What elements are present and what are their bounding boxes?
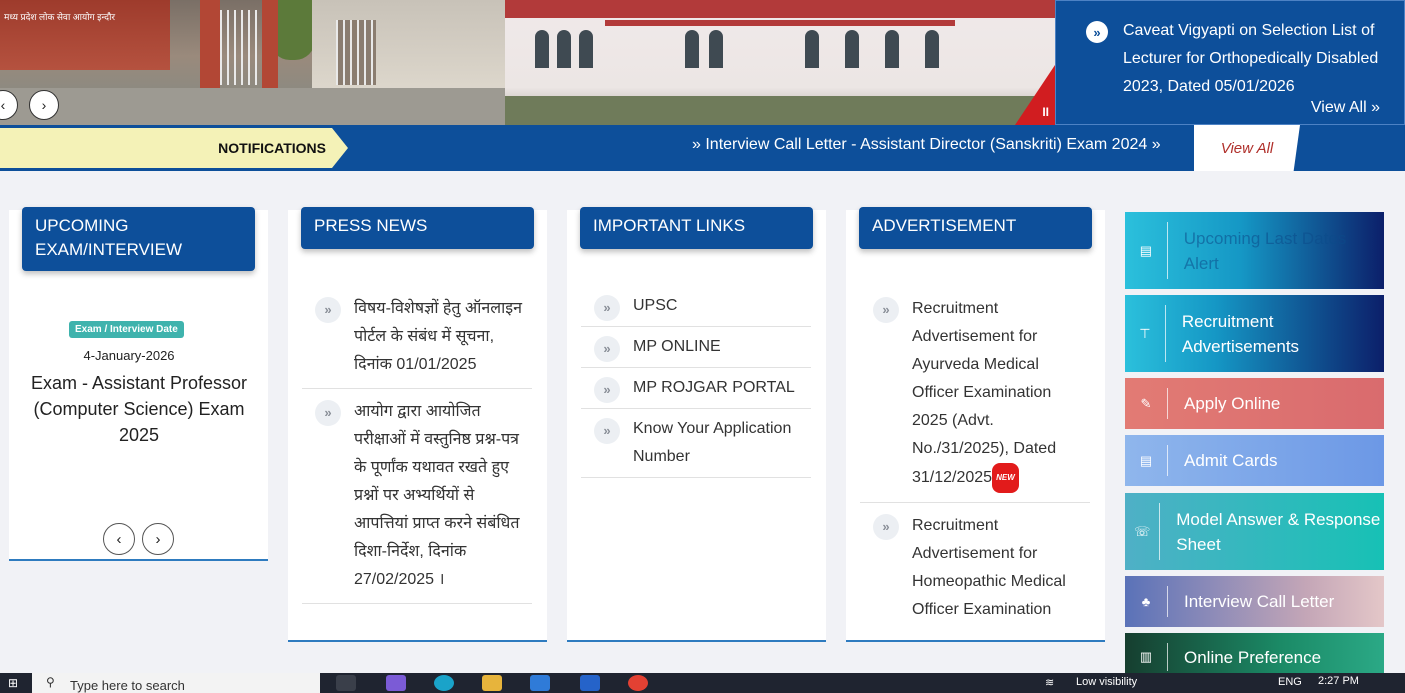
copilot-icon[interactable] <box>386 675 406 691</box>
weather-status[interactable]: Low visibility <box>1076 676 1137 688</box>
upcoming-exam-heading: UPCOMING EXAM/INTERVIEW <box>22 207 255 271</box>
important-links-list: » UPSC » MP ONLINE » MP ROJGAR PORTAL » Know… <box>581 286 811 478</box>
double-chevron-icon: » <box>315 400 341 426</box>
hero-banner: मध्य प्रदेश लोक सेवा आयोग इन्दौर ‹ › II … <box>0 0 1405 125</box>
list-item[interactable]: » आयोग द्वारा आयोजित परीक्षाओं में वस्तुन… <box>302 389 532 604</box>
important-links-heading: IMPORTANT LINKS <box>580 207 813 249</box>
chevron-left-icon: ‹ <box>116 530 122 548</box>
double-chevron-icon: » <box>594 377 620 403</box>
id-card-icon: ▤ <box>1139 452 1153 468</box>
press-news-heading: PRESS NEWS <box>301 207 534 249</box>
press-news-card: PRESS NEWS » विषय-विशेषज्ञों हेतु ऑनलाइन … <box>288 207 547 642</box>
taskbar-search-input[interactable]: ⚲ Type here to search <box>32 673 320 693</box>
double-chevron-icon: » <box>594 418 620 444</box>
link-know-application-number[interactable]: » Know Your Application Number <box>581 409 811 478</box>
store-icon[interactable] <box>530 675 550 691</box>
pause-icon[interactable]: II <box>1042 105 1049 119</box>
calendar-icon: ▤ <box>1139 242 1153 258</box>
bar-chart-icon: ▥ <box>1139 649 1153 664</box>
upcoming-exam-card: UPCOMING EXAM/INTERVIEW Exam / Interview… <box>9 207 268 561</box>
edit-icon: ✎ <box>1140 395 1152 411</box>
double-chevron-icon: » <box>873 297 899 323</box>
link-upsc[interactable]: » UPSC <box>581 286 811 327</box>
exam-title[interactable]: Exam - Assistant Professor (Computer Sci… <box>29 370 249 448</box>
link-mp-rojgar-portal[interactable]: » MP ROJGAR PORTAL <box>581 368 811 409</box>
menu-admit-cards[interactable]: ▤ Admit Cards <box>1125 435 1384 486</box>
notification-bar: NOTIFICATIONS » Interview Call Letter - … <box>0 125 1405 171</box>
advertisement-list: » Recruitment Advertisement for Ayurveda … <box>860 286 1090 624</box>
notifications-tag: NOTIFICATIONS <box>0 128 348 168</box>
press-news-list: » विषय-विशेषज्ञों हेतु ऑनलाइन पोर्टल के स… <box>302 286 532 604</box>
upcoming-prev-button[interactable]: ‹ <box>103 523 135 555</box>
windows-taskbar: ⊞ ⚲ Type here to search ≋ Low visibility… <box>0 673 1405 693</box>
double-chevron-icon: » <box>1086 21 1108 43</box>
menu-apply-online[interactable]: ✎ Apply Online <box>1125 378 1384 429</box>
important-links-card: IMPORTANT LINKS » UPSC » MP ONLINE » MP ROJ… <box>567 207 826 642</box>
app-icon[interactable] <box>580 675 600 691</box>
clock[interactable]: 2:27 PM <box>1318 675 1359 687</box>
signboard-text: मध्य प्रदेश लोक सेवा आयोग इन्दौर <box>4 12 116 22</box>
chrome-icon[interactable] <box>628 675 648 691</box>
caveat-panel: » Caveat Vigyapti on Selection List of L… <box>1055 0 1405 125</box>
exam-date: 4-January-2026 <box>83 348 175 363</box>
file-explorer-icon[interactable] <box>482 675 502 691</box>
pin-icon: ⊤ <box>1139 325 1151 341</box>
language-indicator[interactable]: ENG <box>1278 676 1302 688</box>
advertisement-heading: ADVERTISEMENT <box>859 207 1092 249</box>
windows-start-icon[interactable]: ⊞ <box>8 676 18 690</box>
chevron-right-icon: › <box>155 530 161 548</box>
list-item[interactable]: » Recruitment Advertisement for Ayurveda … <box>860 286 1090 503</box>
notifications-view-all-button[interactable]: View All <box>1194 125 1300 171</box>
chevron-left-icon: ‹ <box>0 97 6 113</box>
double-chevron-icon: » <box>315 297 341 323</box>
menu-upcoming-last-dates[interactable]: ▤ Upcoming Last Dates Alert <box>1125 212 1384 289</box>
slider-next-button[interactable]: › <box>29 90 59 120</box>
upcoming-next-button[interactable]: › <box>142 523 174 555</box>
search-icon: ⚲ <box>46 675 55 689</box>
edge-icon[interactable] <box>434 675 454 691</box>
caveat-link[interactable]: Caveat Vigyapti on Selection List of Lec… <box>1123 17 1395 101</box>
caveat-view-all-link[interactable]: View All » <box>1311 99 1380 117</box>
menu-model-answer[interactable]: ☏ Model Answer & Response Sheet <box>1125 493 1384 570</box>
double-chevron-icon: » <box>594 336 620 362</box>
weather-icon: ≋ <box>1045 677 1055 689</box>
task-view-icon[interactable] <box>336 675 356 691</box>
chevron-right-icon: › <box>41 97 47 113</box>
chat-icon: ☏ <box>1134 523 1151 539</box>
notification-ticker[interactable]: » Interview Call Letter - Assistant Dire… <box>692 136 1161 154</box>
list-item[interactable]: » Recruitment Advertisement for Homeopath… <box>860 503 1090 624</box>
campus-gate-photo: मध्य प्रदेश लोक सेवा आयोग इन्दौर ‹ › <box>0 0 505 125</box>
double-chevron-icon: » <box>594 295 620 321</box>
link-mp-online[interactable]: » MP ONLINE <box>581 327 811 368</box>
users-icon: ♣ <box>1141 594 1151 609</box>
double-chevron-icon: » <box>873 514 899 540</box>
menu-recruitment-advertisements[interactable]: ⊤ Recruitment Advertisements <box>1125 295 1384 372</box>
advertisement-card: ADVERTISEMENT » Recruitment Advertisement… <box>846 207 1105 642</box>
building-photo: II <box>505 0 1055 125</box>
new-badge: NEW <box>992 463 1019 493</box>
menu-interview-call-letter[interactable]: ♣ Interview Call Letter <box>1125 576 1384 627</box>
exam-date-badge: Exam / Interview Date <box>69 321 184 338</box>
list-item[interactable]: » विषय-विशेषज्ञों हेतु ऑनलाइन पोर्टल के स… <box>302 286 532 389</box>
